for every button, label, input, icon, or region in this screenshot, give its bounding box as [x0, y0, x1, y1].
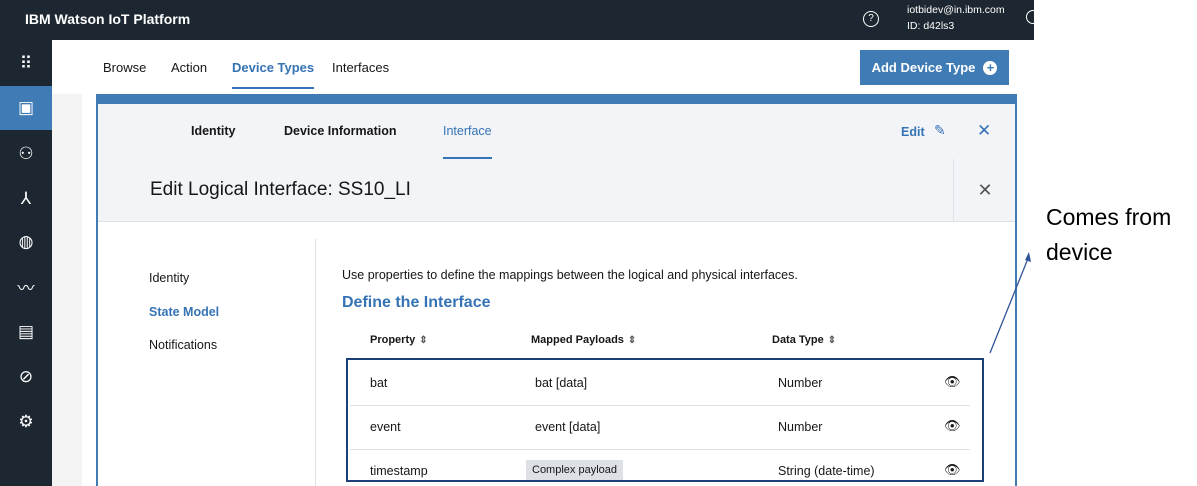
user-id: ID: d42ls3	[907, 20, 955, 32]
app-title[interactable]: IBM Watson IoT Platform	[25, 11, 190, 27]
chip-icon[interactable]: ▣	[0, 86, 52, 130]
annotation-text: Comes from device	[1046, 200, 1171, 270]
row-divider	[350, 449, 970, 450]
globe-icon[interactable]: ◍	[0, 220, 52, 264]
cell-property: bat	[370, 376, 388, 390]
complex-payload-badge[interactable]: Complex payload	[526, 460, 623, 480]
settings-icon[interactable]: ⚙	[0, 400, 52, 444]
sort-icon: ⇕	[627, 335, 637, 346]
close-panel-icon[interactable]: ✕	[977, 121, 991, 141]
edit-dialog-header: Edit Logical Interface: SS10_LI ✕	[98, 159, 1015, 222]
side-item-state-model[interactable]: State Model	[149, 305, 219, 319]
cell-property: timestamp	[370, 464, 428, 478]
apps-grid-icon[interactable]: ⠿	[0, 42, 52, 86]
user-account[interactable]: iotbidev@in.ibm.com ID: d42ls3	[907, 2, 1005, 34]
add-device-type-button[interactable]: Add Device Type +	[860, 50, 1009, 85]
view-icon[interactable]: 👁	[944, 418, 961, 434]
annotation-line-2: device	[1046, 239, 1113, 265]
description-text: Use properties to define the mappings be…	[342, 268, 798, 282]
account-menu-icon[interactable]	[1026, 10, 1040, 24]
header-label-property: Property	[370, 334, 416, 346]
view-icon[interactable]: 👁	[944, 462, 961, 478]
plus-icon: +	[983, 60, 998, 75]
close-dialog-button[interactable]: ✕	[953, 159, 1016, 221]
highlight-box	[346, 358, 984, 482]
members-icon[interactable]: ⚇	[0, 132, 52, 176]
cell-property: event	[370, 420, 401, 434]
cell-type: Number	[778, 376, 823, 390]
pencil-icon[interactable]: ✎	[934, 122, 946, 139]
subtab-identity[interactable]: Identity	[191, 124, 235, 138]
section-title: Define the Interface	[342, 294, 491, 311]
user-email: iotbidev@in.ibm.com	[907, 4, 1005, 16]
column-header-data-type[interactable]: Data Type ⇕	[772, 334, 836, 346]
tab-browse[interactable]: Browse	[103, 60, 146, 87]
panel-subtabs: Identity Device Information Interface Ed…	[98, 104, 1015, 160]
security-icon[interactable]: ⊘	[0, 355, 52, 399]
cell-type: String (date-time)	[778, 464, 875, 478]
column-header-property[interactable]: Property ⇕	[370, 334, 428, 346]
top-header: IBM Watson IoT Platform ? iotbidev@in.ib…	[0, 0, 1040, 40]
side-item-notifications[interactable]: Notifications	[149, 338, 217, 352]
add-device-type-label: Add Device Type	[871, 60, 976, 75]
annotation-arrow	[989, 252, 1031, 354]
sort-icon: ⇕	[827, 335, 837, 346]
dialog-title: Edit Logical Interface: SS10_LI	[150, 179, 411, 200]
left-rail: ⠿ ▣ ⚇ ⅄ ◍ 〰 ▤ ⊘ ⚙	[0, 40, 52, 486]
side-item-identity[interactable]: Identity	[149, 271, 189, 285]
subtab-interface[interactable]: Interface	[443, 124, 492, 159]
view-icon[interactable]: 👁	[944, 374, 961, 390]
panel-accent-bar	[96, 94, 1017, 104]
help-icon[interactable]: ?	[863, 11, 879, 27]
side-divider	[315, 239, 316, 486]
tab-interfaces[interactable]: Interfaces	[332, 60, 389, 87]
content-gutter	[52, 94, 82, 486]
header-label-data-type: Data Type	[772, 334, 824, 346]
tab-action[interactable]: Action	[171, 60, 207, 87]
subtab-device-information[interactable]: Device Information	[284, 124, 397, 138]
sort-icon: ⇕	[419, 335, 428, 346]
document-icon[interactable]: ▤	[0, 310, 52, 354]
close-icon: ✕	[977, 179, 993, 200]
rules-icon[interactable]: ⅄	[0, 177, 52, 221]
tab-device-types[interactable]: Device Types	[232, 60, 315, 89]
column-header-mapped-payloads[interactable]: Mapped Payloads ⇕	[531, 334, 636, 346]
annotation-line-1: Comes from	[1046, 204, 1172, 230]
cell-type: Number	[778, 420, 823, 434]
cell-mapped: event [data]	[535, 420, 601, 434]
usage-chart-icon[interactable]: 〰	[0, 264, 52, 308]
row-divider	[350, 405, 970, 406]
header-label-mapped: Mapped Payloads	[531, 334, 624, 346]
edit-link[interactable]: Edit	[901, 125, 925, 139]
cell-mapped: bat [data]	[535, 376, 588, 390]
